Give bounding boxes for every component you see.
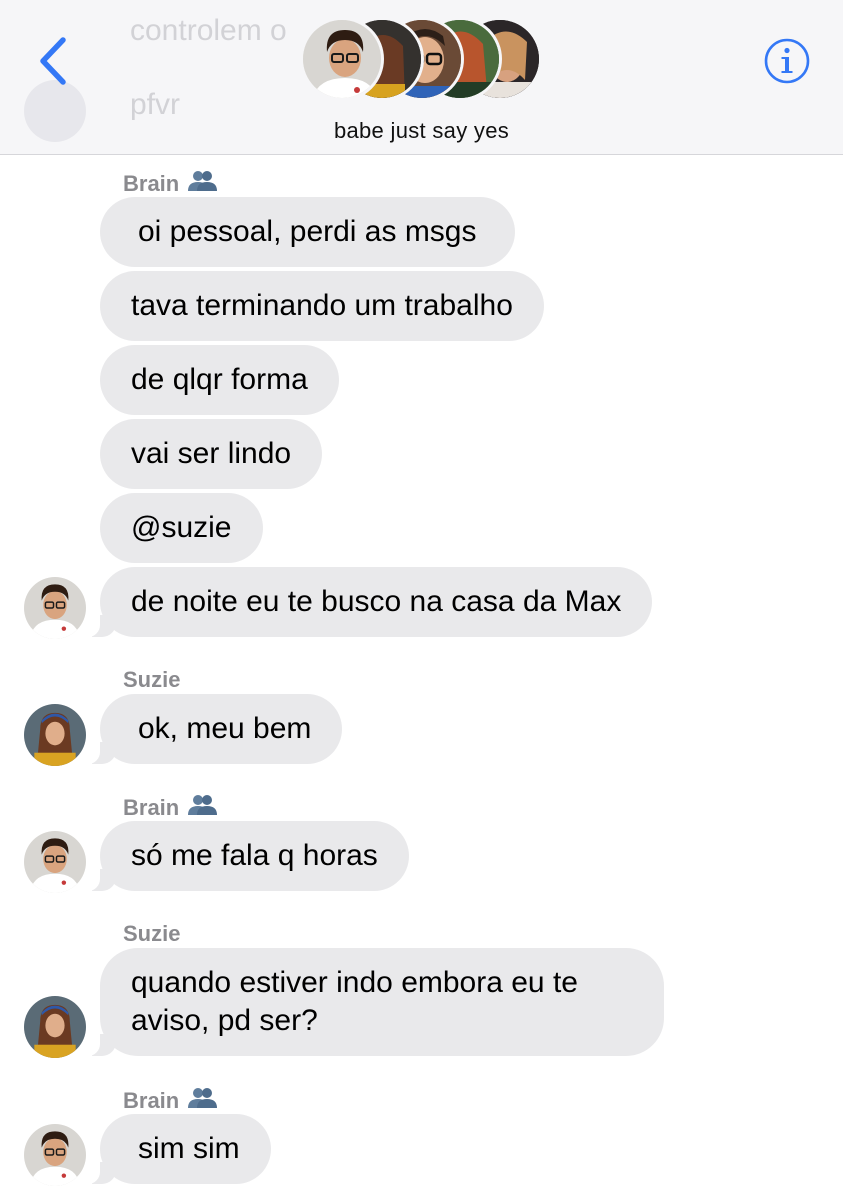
sender-name-row: Suzie (123, 921, 180, 947)
message-bubble[interactable]: tava terminando um trabalho (100, 271, 544, 341)
avatar[interactable] (24, 577, 86, 639)
background-ghost-text: pfvr (130, 88, 181, 121)
sender-name: Brain (123, 1088, 180, 1113)
sender-name-row: Brain (123, 170, 218, 198)
message-bubble[interactable]: ok, meu bem (77, 694, 343, 764)
avatar[interactable] (24, 831, 86, 893)
chevron-left-icon (40, 37, 66, 85)
friends-icon (187, 794, 218, 822)
friends-icon (187, 1087, 218, 1115)
group-title[interactable]: babe just say yes (0, 118, 843, 144)
sender-name: Suzie (123, 667, 181, 692)
avatar[interactable] (24, 704, 86, 766)
message-bubble[interactable]: de noite eu te busco na casa da Max (77, 567, 653, 637)
avatar[interactable] (24, 1124, 86, 1186)
message-bubble[interactable]: oi pessoal, perdi as msgs (100, 197, 515, 267)
sender-name: Suzie (123, 921, 181, 946)
avatar[interactable] (24, 996, 86, 1058)
sender-name-row: Brain (123, 1087, 218, 1115)
message-bubble[interactable]: @suzie (100, 493, 263, 563)
message-bubble[interactable]: quando estiver indo embora eu te aviso, … (78, 948, 664, 1056)
message-bubble[interactable]: só me fala q horas (78, 821, 409, 891)
member-avatar (300, 17, 384, 101)
back-button[interactable] (30, 34, 80, 88)
info-button[interactable] (763, 37, 811, 85)
sender-name-row: Suzie (123, 667, 180, 693)
background-ghost-text: controlem o (130, 14, 287, 47)
sender-name-row: Brain (123, 794, 218, 822)
conversation-header: controlem o pfvr babe just say yes (0, 0, 843, 155)
message-bubble[interactable]: vai ser lindo (100, 419, 323, 489)
message-bubble[interactable]: de qlqr forma (100, 345, 339, 415)
message-bubble[interactable]: sim sim (78, 1114, 271, 1184)
sender-name: Brain (123, 171, 180, 196)
sender-name: Brain (123, 795, 180, 820)
group-avatar-stack[interactable] (300, 17, 550, 101)
info-circle-icon (764, 38, 810, 84)
friends-icon (187, 170, 218, 198)
